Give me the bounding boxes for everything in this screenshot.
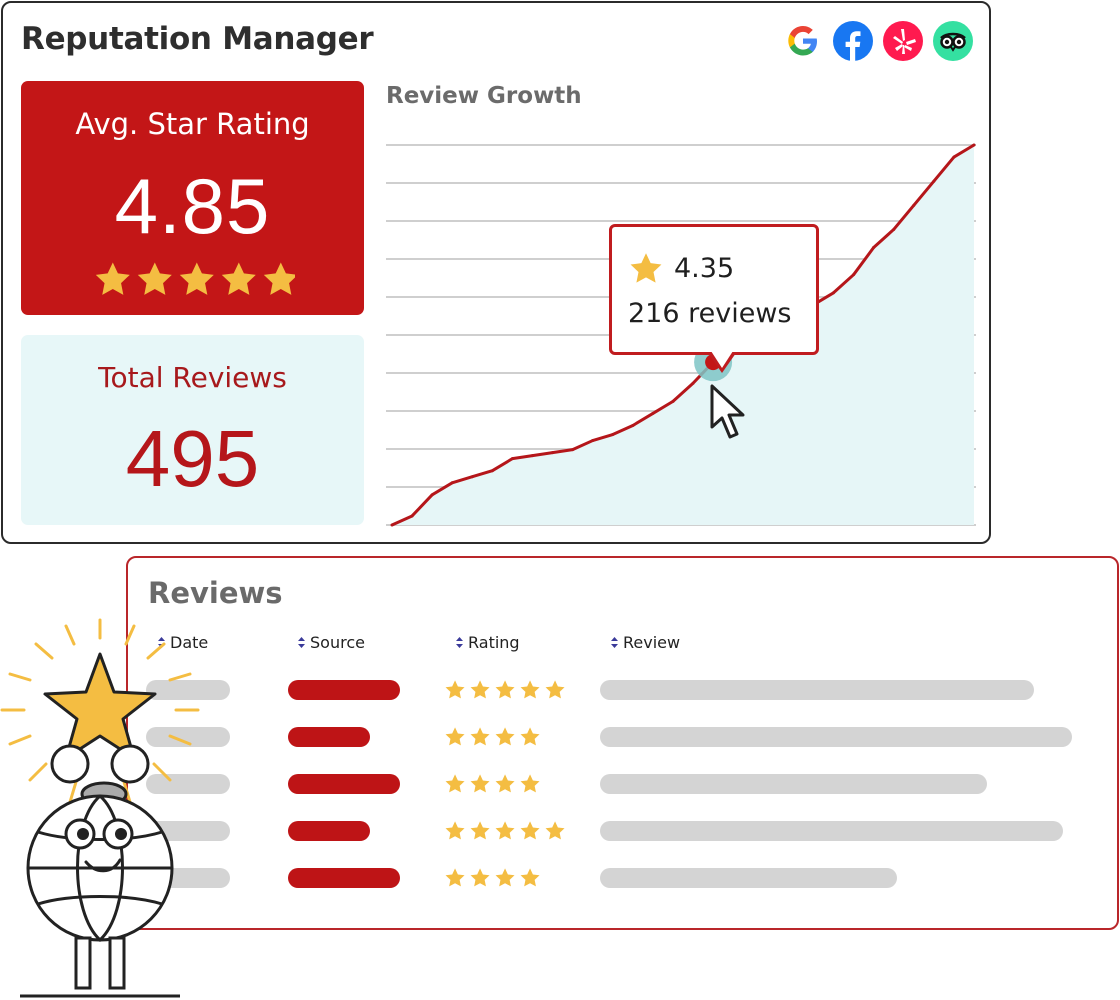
data-point [490, 469, 494, 473]
data-point [530, 454, 534, 458]
sort-icon [611, 637, 618, 648]
data-point [390, 523, 394, 527]
data-point [852, 273, 856, 277]
column-header-label: Review [623, 633, 681, 652]
source-placeholder [288, 774, 400, 794]
table-row[interactable] [128, 772, 1118, 796]
star-icon [495, 727, 515, 746]
data-point [410, 514, 414, 518]
reviews-title: Reviews [148, 576, 283, 610]
star-icon [470, 774, 490, 793]
review-placeholder [600, 727, 1072, 747]
sort-icon [298, 637, 305, 648]
column-header-review[interactable]: Review [611, 633, 680, 652]
star-icon [495, 774, 515, 793]
reputation-card: Reputation Manager Avg. Star Rating 4.85… [1, 1, 991, 544]
reviews-card: Reviews Date Source Rating Review [126, 556, 1119, 930]
data-point [892, 227, 896, 231]
star-icon [520, 774, 540, 793]
star-icon [630, 253, 662, 283]
review-placeholder [600, 774, 988, 794]
data-point [952, 155, 956, 159]
star-icon [520, 868, 540, 887]
data-point [972, 143, 976, 147]
rating-stars [445, 680, 565, 699]
column-header-rating[interactable]: Rating [456, 633, 520, 652]
star-icon [445, 727, 465, 746]
data-point [671, 399, 675, 403]
data-point [611, 433, 615, 437]
review-placeholder [600, 680, 1035, 700]
rating-stars [445, 821, 565, 840]
review-growth-chart[interactable] [3, 3, 993, 546]
star-icon [470, 868, 490, 887]
column-header-label: Rating [468, 633, 520, 652]
data-point [932, 179, 936, 183]
table-row[interactable] [128, 866, 1118, 890]
table-row[interactable] [128, 725, 1118, 749]
rating-stars [445, 868, 540, 887]
cursor-icon [710, 384, 745, 439]
star-icon [445, 821, 465, 840]
star-icon [470, 727, 490, 746]
source-placeholder [288, 821, 370, 841]
source-placeholder [288, 868, 400, 888]
data-point [510, 457, 514, 461]
tooltip-review-count: 216 reviews [628, 298, 792, 329]
star-icon [445, 774, 465, 793]
review-placeholder [600, 868, 898, 888]
data-point [872, 246, 876, 250]
source-placeholder [288, 680, 400, 700]
column-header-source[interactable]: Source [298, 633, 365, 652]
data-point [912, 203, 916, 207]
tooltip-pointer-fill [711, 351, 733, 368]
star-icon [445, 868, 465, 887]
data-point [450, 481, 454, 485]
sort-icon [456, 637, 463, 648]
star-icon [495, 868, 515, 887]
data-point [430, 493, 434, 497]
star-icon [520, 680, 540, 699]
source-placeholder [288, 727, 370, 747]
star-icon [470, 821, 490, 840]
table-row[interactable] [128, 678, 1118, 702]
column-header-label: Source [310, 633, 365, 652]
star-icon [470, 680, 490, 699]
data-point [631, 423, 635, 427]
star-icon [545, 821, 565, 840]
tooltip-rating: 4.35 [674, 253, 735, 284]
chart-tooltip: 4.35 216 reviews [609, 224, 819, 373]
mascot-illustration [0, 618, 200, 998]
data-point [591, 439, 595, 443]
star-icon [495, 680, 515, 699]
data-point [651, 411, 655, 415]
star-icon [445, 680, 465, 699]
data-point [551, 451, 555, 455]
table-row[interactable] [128, 819, 1118, 843]
star-icon [495, 821, 515, 840]
rating-stars [445, 727, 540, 746]
rating-stars [445, 774, 540, 793]
data-point [832, 291, 836, 295]
data-point [470, 475, 474, 479]
data-point [571, 448, 575, 452]
star-icon [520, 821, 540, 840]
review-placeholder [600, 821, 1063, 841]
star-icon [520, 727, 540, 746]
data-point [691, 381, 695, 385]
star-icon [545, 680, 565, 699]
